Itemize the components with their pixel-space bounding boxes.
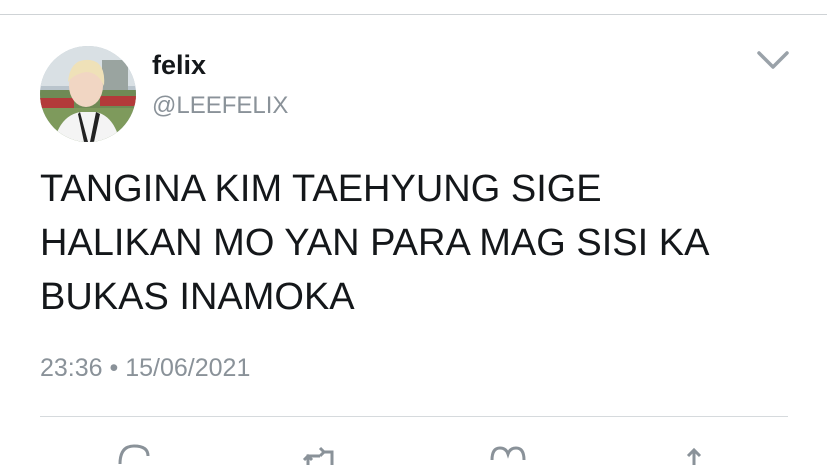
reply-icon[interactable]	[114, 440, 154, 465]
tweet-timestamp: 23:36 • 15/06/2021	[40, 354, 250, 383]
tweet-date: 15/06/2021	[125, 354, 251, 382]
meta-separator: •	[109, 354, 119, 382]
display-name[interactable]: felix	[152, 50, 206, 81]
tweet-text-line: BUKAS INAMOKA	[40, 276, 355, 318]
tweet-text-line: TANGINA KIM TAEHYUNG SIGE	[40, 168, 602, 210]
tweet-text-line: HALIKAN MO YAN PARA MAG SISI KA	[40, 222, 710, 264]
share-icon[interactable]	[674, 440, 714, 465]
retweet-icon[interactable]	[300, 440, 340, 465]
tweet-time: 23:36	[40, 354, 103, 382]
tweet-detail-view: felix @LEEFELIX TANGINA KIM TAEHYUNG SIG…	[0, 0, 827, 465]
top-divider	[0, 14, 827, 15]
avatar[interactable]	[40, 46, 136, 142]
chevron-down-icon[interactable]	[754, 47, 792, 73]
user-handle[interactable]: @LEEFELIX	[152, 92, 288, 120]
avatar-photo	[40, 46, 136, 142]
tweet-text: TANGINA KIM TAEHYUNG SIGE HALIKAN MO YAN…	[40, 162, 800, 324]
actions-divider	[40, 416, 788, 417]
heart-icon[interactable]	[488, 440, 528, 465]
